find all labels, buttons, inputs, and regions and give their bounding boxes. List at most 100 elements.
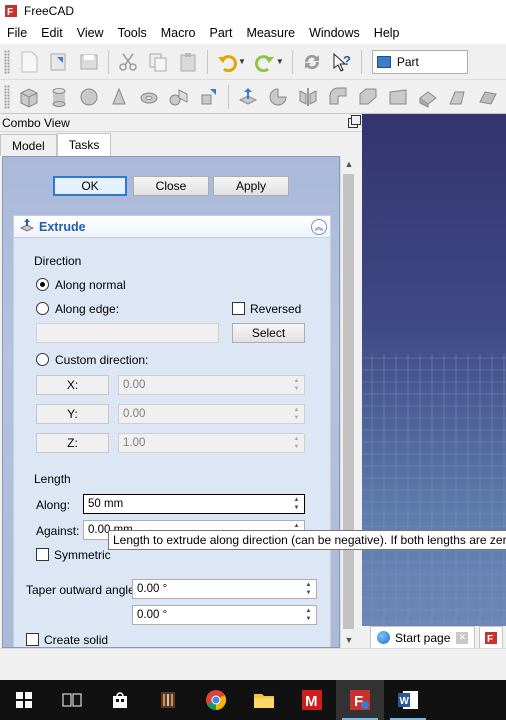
task-panel-scrollbar[interactable]: ▲ ▼ [340, 156, 356, 648]
spinbox-arrows-icon[interactable]: ▲▼ [291, 406, 302, 422]
tab-tasks[interactable]: Tasks [56, 133, 112, 156]
spinbox-arrows-icon[interactable]: ▲▼ [303, 607, 314, 623]
scroll-down-icon[interactable]: ▼ [341, 632, 357, 648]
open-document-icon[interactable] [44, 48, 74, 76]
taskbar-word[interactable]: W [384, 680, 432, 720]
menu-windows[interactable]: Windows [302, 26, 367, 40]
along-normal-radio[interactable] [36, 278, 49, 291]
tab-document[interactable]: F [479, 626, 504, 648]
revolve-icon[interactable] [263, 83, 293, 111]
cone-icon[interactable] [104, 83, 134, 111]
menu-file[interactable]: File [0, 26, 34, 40]
menu-tools[interactable]: Tools [111, 26, 154, 40]
along-edge-radio[interactable] [36, 302, 49, 315]
workbench-selector[interactable]: Part [371, 49, 468, 74]
taskbar-file-explorer[interactable] [240, 680, 288, 720]
taskbar-chrome[interactable] [192, 680, 240, 720]
fillet-icon[interactable] [323, 83, 353, 111]
z-direction-field[interactable]: 1.00 ▲ ▼ [118, 433, 305, 453]
ok-button[interactable]: OK [53, 176, 127, 196]
spinbox-arrows-icon[interactable]: ▲▼ [291, 435, 302, 451]
custom-direction-label: Custom direction: [55, 353, 149, 367]
menu-edit[interactable]: Edit [34, 26, 70, 40]
spinbox-arrows-icon[interactable]: ▲▼ [291, 496, 302, 512]
viewport-grid [362, 354, 506, 648]
close-tab-icon[interactable]: ✕ [456, 631, 469, 644]
start-page-label: Start page [395, 630, 451, 645]
menu-macro[interactable]: Macro [154, 26, 203, 40]
menu-help[interactable]: Help [367, 26, 407, 40]
sweep-icon[interactable] [473, 83, 503, 111]
undo-dropdown-icon[interactable]: ▼ [238, 57, 246, 66]
tab-model[interactable]: Model [0, 134, 57, 156]
close-button[interactable]: Close [133, 176, 209, 196]
undock-icon[interactable] [348, 114, 361, 128]
tab-start-page[interactable]: Start page ✕ [370, 626, 476, 648]
chamfer-icon[interactable] [353, 83, 383, 111]
taskbar-task-view[interactable] [48, 680, 96, 720]
taskbar-app-books[interactable] [144, 680, 192, 720]
whats-this-icon[interactable]: ? [327, 48, 357, 76]
refresh-icon[interactable] [297, 48, 327, 76]
3d-viewport[interactable] [362, 114, 506, 648]
loft-icon[interactable] [443, 83, 473, 111]
extrude-panel-header: Extrude ︽ [14, 216, 330, 238]
x-direction-button[interactable]: X: [36, 375, 109, 395]
paste-icon[interactable] [173, 48, 203, 76]
select-edge-button[interactable]: Select [232, 323, 305, 343]
z-direction-button[interactable]: Z: [36, 433, 109, 453]
taper-angle-field[interactable]: 0.00 ° ▲ ▼ [132, 579, 317, 599]
part-toolbar [0, 80, 506, 114]
spinbox-arrows-icon[interactable]: ▲▼ [303, 581, 314, 597]
windows-logo-icon [16, 692, 32, 708]
toolbar-grip[interactable] [4, 49, 10, 74]
scroll-thumb[interactable] [343, 174, 354, 629]
menu-view[interactable]: View [70, 26, 111, 40]
edge-field[interactable] [36, 323, 219, 343]
taskbar-store[interactable] [96, 680, 144, 720]
spinbox-arrows-icon[interactable]: ▲▼ [291, 377, 302, 393]
direction-section-label: Direction [34, 254, 82, 268]
document-tabs: Start page ✕ F [362, 626, 506, 648]
cylinder-icon[interactable] [44, 83, 74, 111]
y-direction-button[interactable]: Y: [36, 404, 109, 424]
y-direction-value: 0.00 [123, 408, 146, 420]
redo-dropdown-icon[interactable]: ▼ [276, 57, 284, 66]
symmetric-checkbox[interactable] [36, 548, 49, 561]
x-direction-field[interactable]: 0.00 ▲ ▼ [118, 375, 305, 395]
taper-angle-rev-field[interactable]: 0.00 ° ▲ ▼ [132, 605, 317, 625]
toolbar-separator [360, 49, 362, 74]
menu-measure[interactable]: Measure [239, 26, 302, 40]
copy-icon[interactable] [143, 48, 173, 76]
taskbar-freecad[interactable]: F [336, 680, 384, 720]
toolbar-separator [108, 49, 109, 74]
toolbar-grip[interactable] [4, 84, 10, 109]
mirror-icon[interactable] [293, 83, 323, 111]
scroll-up-icon[interactable]: ▲ [341, 156, 357, 172]
taper-angle-value: 0.00 ° [137, 583, 168, 595]
collapse-panel-icon[interactable]: ︽ [311, 219, 327, 235]
ruled-surface-icon[interactable] [413, 83, 443, 111]
box-icon[interactable] [14, 83, 44, 111]
new-document-icon[interactable] [14, 48, 44, 76]
sphere-icon[interactable] [74, 83, 104, 111]
start-button[interactable] [0, 680, 48, 720]
custom-direction-radio[interactable] [36, 353, 49, 366]
y-direction-field[interactable]: 0.00 ▲ ▼ [118, 404, 305, 424]
along-length-field[interactable]: 50 mm ▲ ▼ [83, 494, 305, 514]
taper-angle-rev-value: 0.00 ° [137, 609, 168, 621]
shape-builder-icon[interactable] [194, 83, 224, 111]
torus-icon[interactable] [134, 83, 164, 111]
svg-text:W: W [400, 696, 410, 707]
make-face-icon[interactable] [383, 83, 413, 111]
menu-part[interactable]: Part [203, 26, 240, 40]
apply-button[interactable]: Apply [213, 176, 289, 196]
create-primitives-icon[interactable] [164, 83, 194, 111]
create-solid-checkbox[interactable] [26, 633, 39, 646]
cut-icon[interactable] [113, 48, 143, 76]
taskbar-mendeley[interactable]: M [288, 680, 336, 720]
create-solid-label: Create solid [44, 633, 109, 647]
extrude-icon[interactable] [233, 83, 263, 111]
reversed-checkbox[interactable] [232, 302, 245, 315]
save-document-icon[interactable] [74, 48, 104, 76]
